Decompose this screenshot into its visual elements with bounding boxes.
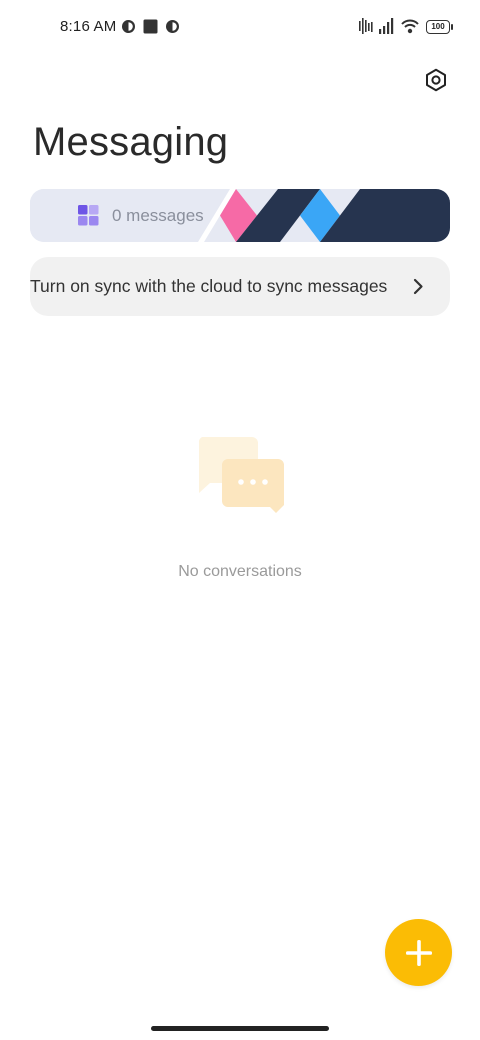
new-conversation-button[interactable]	[385, 919, 452, 986]
signal-icon	[379, 18, 395, 39]
status-time: 8:16 AM	[60, 18, 117, 35]
cloud-sync-prompt[interactable]: Turn on sync with the cloud to sync mess…	[30, 257, 450, 316]
vibrate-icon	[359, 18, 374, 39]
sync-prompt-text-container: Turn on sync with the cloud to sync mess…	[30, 257, 392, 316]
messages-count: 0 messages	[112, 206, 204, 225]
messaging-screen: 8:16 AM 100 Messaging 0 messages Turn on…	[0, 0, 480, 1040]
empty-state-text: No conversations	[178, 563, 302, 580]
empty-conversations-illustration	[196, 437, 286, 522]
contrast-icon	[121, 19, 136, 39]
page-title: Messaging	[33, 120, 229, 164]
battery-icon: 100	[426, 20, 453, 34]
settings-button[interactable]	[422, 66, 450, 94]
status-bar: 8:16 AM 100	[0, 0, 480, 56]
wifi-icon	[401, 18, 419, 39]
messages-banner[interactable]: 0 messages	[30, 189, 450, 242]
plus-icon	[405, 939, 432, 966]
chevron-right-icon	[412, 278, 424, 300]
home-indicator[interactable]	[151, 1026, 329, 1031]
contrast-icon	[165, 19, 180, 39]
sync-prompt-text: Turn on sync with the cloud to sync mess…	[30, 276, 388, 296]
hexagon-settings-icon	[426, 68, 446, 92]
grid-icon	[78, 205, 99, 231]
square-icon	[143, 19, 158, 39]
